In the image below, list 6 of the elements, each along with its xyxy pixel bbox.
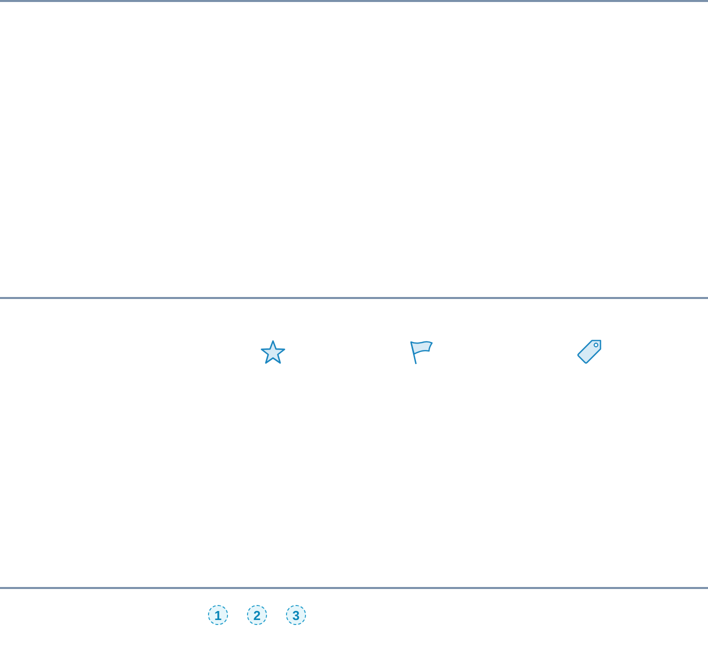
star-icon	[260, 339, 286, 365]
tag-icon	[576, 339, 602, 365]
number-badge: 2	[247, 605, 267, 625]
number-badge: 1	[208, 605, 228, 625]
number-badge: 3	[286, 605, 306, 625]
flag-icon	[408, 339, 434, 365]
